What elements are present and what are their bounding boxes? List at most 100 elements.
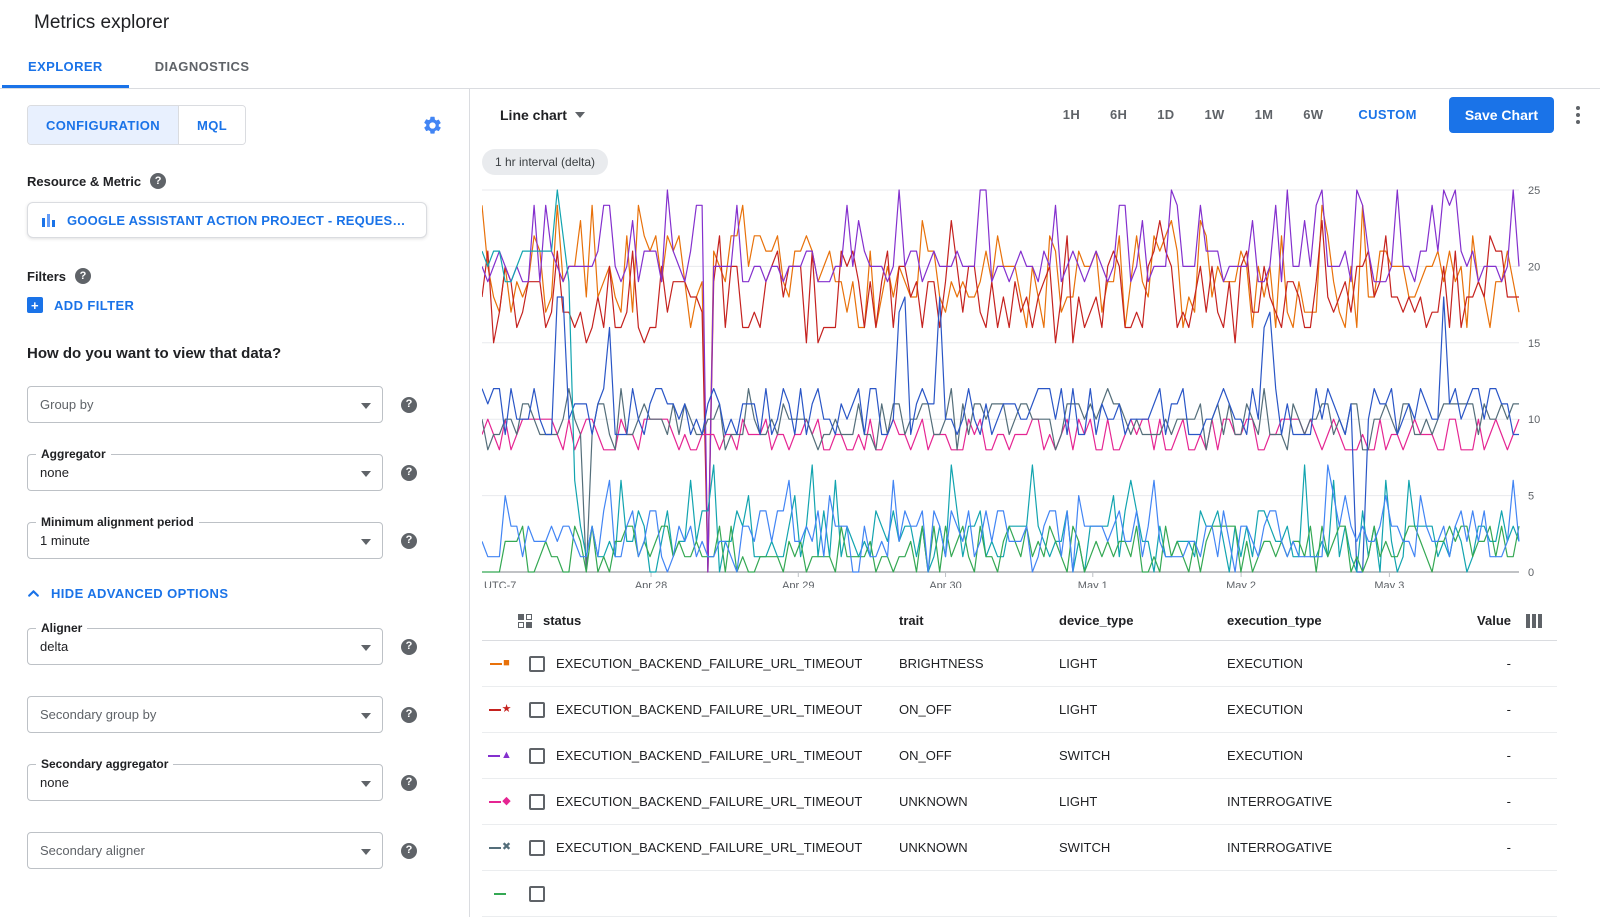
resource-metric-label: Resource & Metric [27, 174, 141, 189]
view-data-question: How do you want to view that data? [27, 345, 447, 362]
table-row[interactable]: ▲ EXECUTION_BACKEND_FAILURE_URL_TIMEOUT … [482, 733, 1557, 779]
chart-type-label: Line chart [500, 107, 567, 123]
chart-type-dropdown[interactable]: Line chart [500, 107, 585, 123]
table-header-row: status trait device_type execution_type … [482, 601, 1557, 641]
dropdown-caret-icon [361, 781, 371, 787]
svg-text:UTC-7: UTC-7 [484, 580, 516, 588]
settings-gear-icon[interactable] [422, 115, 443, 136]
table-row[interactable] [482, 871, 1557, 917]
series-table: status trait device_type execution_type … [482, 601, 1557, 917]
tab-diagnostics[interactable]: DIAGNOSTICS [129, 45, 276, 88]
config-mode-toggle: CONFIGURATION MQL [27, 105, 246, 145]
filters-section: Filters ? [27, 268, 447, 284]
mql-tab[interactable]: MQL [178, 106, 245, 144]
time-range-custom-button[interactable]: CUSTOM [1338, 107, 1437, 122]
row-checkbox[interactable] [529, 794, 545, 810]
time-range-6w-button[interactable]: 6W [1288, 107, 1338, 122]
legend-toggle-icon[interactable] [518, 614, 532, 628]
hide-advanced-options-button[interactable]: HIDE ADVANCED OPTIONS [27, 586, 228, 601]
series-marker-icon: ▲ [482, 750, 518, 761]
configuration-tab[interactable]: CONFIGURATION [28, 106, 178, 144]
row-checkbox[interactable] [529, 886, 545, 902]
aligner-select[interactable]: Aligner delta [27, 628, 383, 665]
column-status[interactable]: status [543, 613, 581, 628]
svg-text:15: 15 [1528, 337, 1540, 349]
field-value: Group by [40, 397, 93, 412]
field-row: Secondary group by ? [27, 696, 447, 733]
field-label: Minimum alignment period [36, 516, 199, 529]
field-help-icon[interactable]: ? [401, 465, 417, 481]
row-checkbox[interactable] [529, 748, 545, 764]
table-row[interactable]: ◆ EXECUTION_BACKEND_FAILURE_URL_TIMEOUT … [482, 779, 1557, 825]
field-row: Aggregator none ? [27, 454, 447, 491]
field-value: delta [40, 639, 68, 654]
row-execution-type: EXECUTION [1227, 748, 1441, 763]
field-value: Secondary group by [40, 707, 156, 722]
row-device-type: SWITCH [1059, 840, 1227, 855]
field-label: Secondary aggregator [36, 758, 173, 771]
add-filter-button[interactable]: + ADD FILTER [27, 297, 134, 313]
time-range-1m-button[interactable]: 1M [1240, 107, 1289, 122]
column-value[interactable]: Value [1441, 613, 1511, 628]
row-trait: UNKNOWN [899, 794, 1059, 809]
table-row[interactable]: ★ EXECUTION_BACKEND_FAILURE_URL_TIMEOUT … [482, 687, 1557, 733]
chart-toolbar: Line chart 1H6H1D1W1M6W CUSTOM Save Char… [470, 89, 1600, 141]
series-marker-icon: ◆ [482, 796, 518, 807]
dropdown-caret-icon [361, 849, 371, 855]
row-checkbox[interactable] [529, 702, 545, 718]
time-range-1d-button[interactable]: 1D [1142, 107, 1189, 122]
time-range-6h-button[interactable]: 6H [1095, 107, 1142, 122]
group-by-select[interactable]: Group by [27, 386, 383, 423]
column-trait[interactable]: trait [899, 613, 1059, 628]
more-options-icon[interactable] [1572, 102, 1584, 128]
field-help-icon[interactable]: ? [401, 639, 417, 655]
row-value: - [1441, 748, 1511, 763]
filters-label: Filters [27, 269, 66, 284]
chevron-down-icon [575, 112, 585, 118]
time-range-1h-button[interactable]: 1H [1048, 107, 1095, 122]
time-range-1w-button[interactable]: 1W [1189, 107, 1239, 122]
resource-metric-button[interactable]: GOOGLE ASSISTANT ACTION PROJECT - REQUES… [27, 202, 427, 238]
metrics-explorer-app: Metrics explorer EXPLORER DIAGNOSTICS CO… [0, 0, 1600, 917]
column-device-type[interactable]: device_type [1059, 613, 1227, 628]
row-checkbox[interactable] [529, 656, 545, 672]
field-help-icon[interactable]: ? [401, 775, 417, 791]
secondary-aggregator-select[interactable]: Secondary aggregator none [27, 764, 383, 801]
table-row[interactable]: ■ EXECUTION_BACKEND_FAILURE_URL_TIMEOUT … [482, 641, 1557, 687]
basic-fields: Group by ? Aggregator none ? Minimum ali… [27, 386, 447, 559]
interval-chip-row: 1 hr interval (delta) [470, 141, 1600, 175]
svg-text:May 1: May 1 [1078, 580, 1108, 588]
field-label: Aligner [36, 622, 87, 635]
svg-text:Apr 29: Apr 29 [782, 580, 814, 588]
row-value: - [1441, 840, 1511, 855]
field-help-icon[interactable]: ? [401, 533, 417, 549]
row-checkbox[interactable] [529, 840, 545, 856]
svg-text:May 2: May 2 [1226, 580, 1256, 588]
resource-metric-help-icon[interactable]: ? [150, 173, 166, 189]
column-execution-type[interactable]: execution_type [1227, 613, 1441, 628]
row-trait: ON_OFF [899, 702, 1059, 717]
aggregator-select[interactable]: Aggregator none [27, 454, 383, 491]
table-body: ■ EXECUTION_BACKEND_FAILURE_URL_TIMEOUT … [482, 641, 1557, 917]
row-value: - [1441, 794, 1511, 809]
svg-text:Apr 30: Apr 30 [929, 580, 961, 588]
secondary-group-by-select[interactable]: Secondary group by [27, 696, 383, 733]
filters-help-icon[interactable]: ? [75, 268, 91, 284]
minimum-alignment-period-select[interactable]: Minimum alignment period 1 minute [27, 522, 383, 559]
field-help-icon[interactable]: ? [401, 707, 417, 723]
time-range-group: 1H6H1D1W1M6W [1048, 107, 1339, 122]
table-row[interactable]: ✖ EXECUTION_BACKEND_FAILURE_URL_TIMEOUT … [482, 825, 1557, 871]
field-help-icon[interactable]: ? [401, 843, 417, 859]
field-help-icon[interactable]: ? [401, 397, 417, 413]
columns-settings-icon[interactable] [1526, 614, 1542, 628]
save-chart-button[interactable]: Save Chart [1449, 97, 1554, 133]
row-device-type: SWITCH [1059, 748, 1227, 763]
line-chart[interactable]: 0510152025UTC-7Apr 28Apr 29Apr 30May 1Ma… [482, 176, 1582, 588]
svg-text:May 3: May 3 [1374, 580, 1404, 588]
interval-chip[interactable]: 1 hr interval (delta) [482, 149, 608, 175]
page-title: Metrics explorer [34, 12, 169, 34]
row-trait: BRIGHTNESS [899, 656, 1059, 671]
tab-explorer[interactable]: EXPLORER [2, 45, 129, 88]
add-filter-label: ADD FILTER [54, 298, 134, 313]
secondary-aligner-select[interactable]: Secondary aligner [27, 832, 383, 869]
